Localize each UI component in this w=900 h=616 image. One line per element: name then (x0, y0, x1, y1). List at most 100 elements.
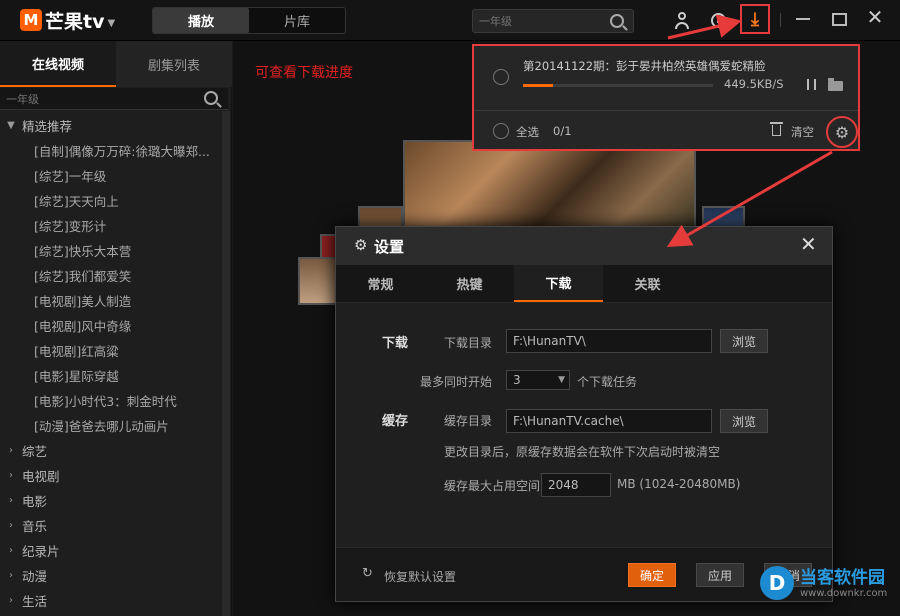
search-icon[interactable] (610, 14, 624, 28)
download-dir-browse-button[interactable]: 浏览 (720, 329, 768, 353)
list-item[interactable]: [综艺]天天向上 (0, 188, 220, 213)
tree-group-category[interactable]: › 生活 (0, 588, 220, 613)
restore-defaults-link[interactable]: 恢复默认设置 (384, 568, 456, 585)
sidebar: 在线视频 剧集列表 ▼精选推荐 [自制]偶像万万碎:徐璐大曝郑... [综艺]一年级… (0, 41, 232, 616)
sidebar-tabs: 在线视频 剧集列表 (0, 41, 232, 87)
history-icon[interactable] (709, 11, 727, 29)
tab-episode-list[interactable]: 剧集列表 (116, 41, 232, 87)
download-progress-fill (523, 84, 554, 87)
chevron-right-icon[interactable]: › (0, 495, 22, 506)
list-item[interactable]: [综艺]我们都爱笑 (0, 263, 220, 288)
sidebar-scrollbar[interactable] (222, 111, 230, 616)
tab-online-video[interactable]: 在线视频 (0, 41, 116, 87)
download-dir-field[interactable] (506, 329, 712, 353)
download-speed: 449.5KB/S (724, 77, 784, 91)
select-all-radio[interactable] (493, 123, 509, 139)
list-item[interactable]: [动漫]爸爸去哪儿动画片 (0, 413, 220, 438)
max-concurrent-label: 最多同时开始 (420, 375, 493, 389)
trash-icon[interactable] (770, 122, 783, 136)
chevron-right-icon[interactable]: › (0, 445, 22, 456)
chevron-right-icon[interactable]: › (0, 545, 22, 556)
ok-button[interactable]: 确定 (628, 563, 676, 587)
task-select-radio[interactable] (493, 69, 509, 85)
list-item[interactable]: [电视剧]红高粱 (0, 338, 220, 363)
search-icon[interactable] (204, 91, 218, 105)
settings-dialog: ⚙ 设置 ✕ 常规 热键 下载 关联 下载 下载目录 浏览 最多同时开始 3 ▼… (335, 226, 833, 602)
sidebar-search-input[interactable] (6, 91, 186, 107)
max-concurrent-select[interactable]: 3 ▼ (506, 370, 570, 390)
watermark-brand: 当客软件园 (800, 567, 885, 588)
tree-item-label: [自制]偶像万万碎:徐璐大曝郑... (34, 144, 210, 159)
toolbar-divider (780, 13, 781, 27)
pause-icon[interactable] (807, 79, 816, 90)
site-watermark: D 当客软件园 www.downkr.com (760, 566, 887, 600)
task-count: 0/1 (553, 124, 572, 138)
download-panel: 第20141122期：彭于晏井柏然英雄偶爱蛇精脸 449.5KB/S 全选 0/… (472, 44, 860, 151)
restore-icon[interactable]: ↻ (362, 566, 373, 581)
user-icon[interactable] (673, 11, 691, 29)
tab-general[interactable]: 常规 (336, 265, 425, 302)
tree-item-label: [电影]星际穿越 (34, 369, 119, 384)
minimize-icon[interactable] (796, 18, 810, 20)
tree-item-label: [动漫]爸爸去哪儿动画片 (34, 419, 169, 434)
tree-item-label: 生活 (22, 594, 48, 609)
chevron-right-icon[interactable]: › (0, 470, 22, 481)
tree-group-category[interactable]: › 综艺 (0, 438, 220, 463)
tree-item-label: [综艺]一年级 (34, 169, 107, 184)
list-item[interactable]: [电视剧]美人制造 (0, 288, 220, 313)
clear-button[interactable]: 清空 (791, 124, 814, 140)
cache-max-field[interactable] (541, 473, 611, 497)
tab-hotkeys[interactable]: 热键 (425, 265, 514, 302)
close-icon[interactable]: ✕ (866, 5, 884, 29)
tree-group-category[interactable]: › 音乐 (0, 513, 220, 538)
tree-item-label: [电视剧]风中奇缘 (34, 319, 132, 334)
top-search-box (472, 9, 634, 33)
list-item[interactable]: [电视剧]风中奇缘 (0, 313, 220, 338)
category-tree: ▼ 精选推荐 [自制]偶像万万碎:徐璐大曝郑... [综艺]一年级 [综艺]天天向上 [综… (0, 113, 220, 613)
app-logo[interactable]: M 芒果tv ▼ (20, 8, 115, 33)
cache-dir-browse-button[interactable]: 浏览 (720, 409, 768, 433)
tab-association[interactable]: 关联 (603, 265, 692, 302)
list-item[interactable]: [电影]星际穿越 (0, 363, 220, 388)
gear-icon: ⚙ (354, 236, 368, 254)
download-icon[interactable]: ⤓ (740, 4, 770, 34)
folder-icon[interactable] (828, 78, 843, 91)
select-all-label[interactable]: 全选 (516, 124, 539, 140)
tree-group-featured[interactable]: ▼ 精选推荐 (0, 113, 220, 138)
tree-group-category[interactable]: › 动漫 (0, 563, 220, 588)
sidebar-search (0, 88, 228, 110)
tree-group-category[interactable]: › 纪录片 (0, 538, 220, 563)
tab-play[interactable]: 播放 (153, 8, 249, 33)
apply-button[interactable]: 应用 (696, 563, 744, 587)
search-input[interactable] (479, 13, 599, 29)
tree-group-category[interactable]: › 电影 (0, 488, 220, 513)
list-item[interactable]: [综艺]一年级 (0, 163, 220, 188)
list-item[interactable]: [自制]偶像万万碎:徐璐大曝郑... (0, 138, 220, 163)
chevron-right-icon[interactable]: › (0, 570, 22, 581)
dialog-header: ⚙ 设置 ✕ (336, 227, 832, 265)
chevron-right-icon[interactable]: › (0, 520, 22, 531)
chevron-right-icon[interactable]: › (0, 595, 22, 606)
close-icon[interactable]: ✕ (800, 232, 817, 256)
tree-group-category[interactable]: › 电视剧 (0, 463, 220, 488)
dialog-title: 设置 (374, 238, 405, 256)
chevron-down-icon: ▼ (558, 375, 565, 385)
cache-max-unit: MB (1024-20480MB) (617, 477, 741, 491)
list-item[interactable]: [综艺]变形计 (0, 213, 220, 238)
tab-library[interactable]: 片库 (249, 8, 345, 33)
chevron-down-icon[interactable]: ▼ (107, 18, 115, 29)
cache-dir-field[interactable] (506, 409, 712, 433)
tab-download[interactable]: 下载 (514, 265, 603, 302)
maximize-icon[interactable] (832, 13, 847, 26)
chevron-down-icon[interactable]: ▼ (0, 120, 22, 131)
tree-item-label: 电影 (22, 494, 48, 509)
list-item[interactable]: [综艺]快乐大本营 (0, 238, 220, 263)
gear-icon[interactable]: ⚙ (826, 116, 858, 148)
max-concurrent-value: 3 (513, 373, 521, 387)
panel-divider (474, 110, 858, 111)
watermark-logo: D (760, 566, 794, 600)
cache-max-label: 缓存最大占用空间 (444, 479, 541, 493)
cache-dir-label: 缓存目录 (444, 414, 493, 428)
list-item[interactable]: [电影]小时代3：刺金时代 (0, 388, 220, 413)
download-dir-label: 下载目录 (444, 336, 493, 350)
